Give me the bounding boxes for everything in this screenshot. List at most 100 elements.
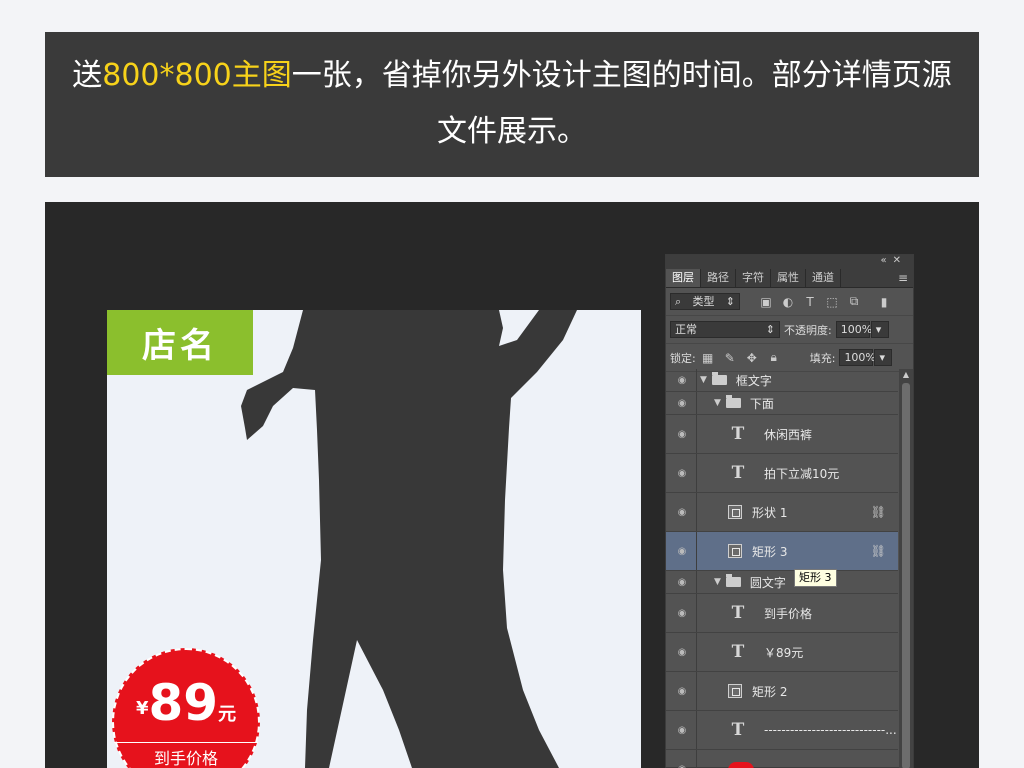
tab-layers[interactable]: 图层 (666, 269, 701, 287)
scrollbar-thumb[interactable] (902, 383, 910, 768)
shape-layer-icon (728, 684, 742, 698)
lock-transparent-icon[interactable]: ▦ (700, 351, 716, 365)
filter-toggle-icon[interactable]: ▮ (876, 295, 892, 309)
shape-filter-icon[interactable]: ⬚ (824, 295, 840, 309)
layer-content: 矩形 2 (728, 683, 787, 700)
layer-content: 形状 1 (728, 504, 787, 521)
layer-name: ----------------------------... (764, 723, 897, 737)
banner-text-pre: 送 (72, 58, 103, 93)
chevron-down-icon: ▾ (875, 323, 882, 336)
price-unit: 元 (218, 704, 237, 725)
document-canvas[interactable]: 店名 ¥89元 到手价格 (107, 310, 641, 768)
link-icon[interactable]: ⛓︎ (871, 505, 886, 519)
expand-triangle-icon[interactable]: ▼ (714, 398, 721, 408)
layer-content: 矩形 3 (728, 543, 787, 560)
price-line: ¥89元 (114, 674, 258, 732)
tab-channels[interactable]: 通道 (806, 269, 841, 287)
layer-group[interactable]: ◉ ▼ 框文字 (666, 369, 898, 392)
layer-group[interactable]: ◉ ▼ 下面 (666, 392, 898, 415)
chevron-updown-icon: ⇕ (765, 323, 775, 336)
folder-icon (725, 395, 741, 408)
layer-list: ◉ ▼ 框文字 ◉ ▼ 下面 ◉ T 休闲西裤 ◉ T 拍下立减10元 ◉ 形状 1 ⛓︎ ◉ 矩形 3 ⛓︎ ◉ ▼… (666, 369, 898, 768)
chevron-updown-icon: ⇕ (725, 295, 735, 308)
folder-icon (725, 574, 741, 587)
scroll-up-icon[interactable]: ▲ (899, 369, 913, 381)
blend-row: 正常 ⇕ 不透明度: 100% ▾ (666, 316, 913, 344)
layer-row[interactable]: ◉ (666, 750, 898, 768)
layer-row[interactable]: ◉ T 休闲西裤 (666, 415, 898, 454)
fill-input[interactable]: 100% (839, 349, 876, 366)
banner-line-1: 送800*800主图一张，省掉你另外设计主图的时间。部分详情页源 (45, 48, 979, 104)
eye-icon[interactable]: ◉ (676, 764, 688, 768)
opacity-label: 不透明度: (784, 323, 832, 337)
layer-group[interactable]: ◉ ▼ 圆文字 (666, 571, 898, 594)
layer-row[interactable]: ◉ T ----------------------------... (666, 711, 898, 750)
text-layer-icon: T (731, 424, 745, 444)
eye-icon[interactable]: ◉ (676, 375, 688, 386)
layer-name: 休闲西裤 (764, 427, 813, 442)
layer-content: T 休闲西裤 (728, 424, 812, 444)
eye-icon[interactable]: ◉ (676, 608, 688, 619)
tab-properties[interactable]: 属性 (771, 269, 806, 287)
text-layer-icon: T (731, 603, 745, 623)
layer-name: 形状 1 (752, 505, 788, 520)
layer-name: 矩形 3 (752, 544, 788, 559)
blend-mode-select[interactable]: 正常 ⇕ (670, 321, 780, 338)
shape-layer-icon (728, 544, 742, 558)
lock-label: 锁定: (670, 351, 696, 365)
lock-position-icon[interactable]: ✥ (744, 351, 760, 365)
layer-name: ￥89元 (764, 645, 804, 660)
layer-content: T 到手价格 (728, 603, 812, 623)
photoshop-workspace: ​ 店名 ¥89元 到手价格 «✕ 图层 路径 字符 属性 通道 ≡ ⌕ 类型 … (45, 202, 979, 768)
pixel-filter-icon[interactable]: ▣ (758, 295, 774, 309)
lock-row: 锁定: ▦ ✎ ✥ 🔒︎ 填充: 100% ▾ (666, 344, 913, 372)
layer-content: ▼ 框文字 (700, 372, 772, 389)
link-icon[interactable]: ⛓︎ (871, 544, 886, 558)
lock-pixels-icon[interactable]: ✎ (722, 351, 738, 365)
eye-icon[interactable]: ◉ (676, 686, 688, 697)
tab-paths[interactable]: 路径 (701, 269, 736, 287)
layer-row[interactable]: ◉ T 到手价格 (666, 594, 898, 633)
folder-icon (711, 372, 727, 385)
adjustment-filter-icon[interactable]: ◐ (780, 295, 796, 309)
layer-row[interactable]: ◉ 形状 1 ⛓︎ (666, 493, 898, 532)
eye-icon[interactable]: ◉ (676, 725, 688, 736)
layer-content: ▼ 下面 (714, 395, 774, 412)
layer-list-scrollbar[interactable]: ▲ (899, 369, 913, 768)
layer-row[interactable]: ◉ 矩形 3 ⛓︎ (666, 532, 898, 571)
layer-row[interactable]: ◉ T 拍下立减10元 (666, 454, 898, 493)
banner-line-2: 文件展示。 (437, 114, 587, 149)
banner-highlight: 800*800主图 (102, 58, 292, 93)
eye-icon[interactable]: ◉ (676, 546, 688, 557)
layer-name: 到手价格 (764, 606, 813, 621)
eye-icon[interactable]: ◉ (676, 507, 688, 518)
smartobject-filter-icon[interactable]: ⧉ (846, 294, 862, 309)
lock-all-icon[interactable]: 🔒︎ (766, 350, 782, 365)
layer-content: ▼ 圆文字 (714, 574, 786, 591)
banner-text-post: 一张，省掉你另外设计主图的时间。部分详情页源 (291, 58, 952, 93)
panel-window-controls[interactable]: «✕ (881, 255, 908, 266)
tab-character[interactable]: 字符 (736, 269, 771, 287)
fill-dropdown[interactable]: ▾ (874, 349, 893, 366)
panel-menu-icon[interactable]: ≡ (893, 269, 913, 287)
type-filter-icon[interactable]: T (802, 295, 818, 309)
currency-symbol: ¥ (135, 698, 149, 719)
expand-triangle-icon[interactable]: ▼ (700, 375, 707, 385)
search-icon: ⌕ (675, 295, 682, 308)
text-layer-icon: T (731, 720, 745, 740)
price-amount: 89 (148, 674, 219, 732)
shop-name-tag: 店名 (107, 310, 253, 375)
eye-icon[interactable]: ◉ (676, 468, 688, 479)
filter-kind-select[interactable]: ⌕ 类型 ⇕ (670, 293, 740, 310)
layer-row[interactable]: ◉ 矩形 2 (666, 672, 898, 711)
eye-icon[interactable]: ◉ (676, 577, 688, 588)
opacity-value: 100% (840, 323, 873, 336)
eye-icon[interactable]: ◉ (676, 398, 688, 409)
eye-icon[interactable]: ◉ (676, 647, 688, 658)
opacity-input[interactable]: 100% (835, 321, 873, 338)
layer-row[interactable]: ◉ T ￥89元 (666, 633, 898, 672)
layer-content: T 拍下立减10元 (728, 463, 840, 483)
opacity-dropdown[interactable]: ▾ (870, 321, 889, 338)
expand-triangle-icon[interactable]: ▼ (714, 577, 721, 587)
eye-icon[interactable]: ◉ (676, 429, 688, 440)
